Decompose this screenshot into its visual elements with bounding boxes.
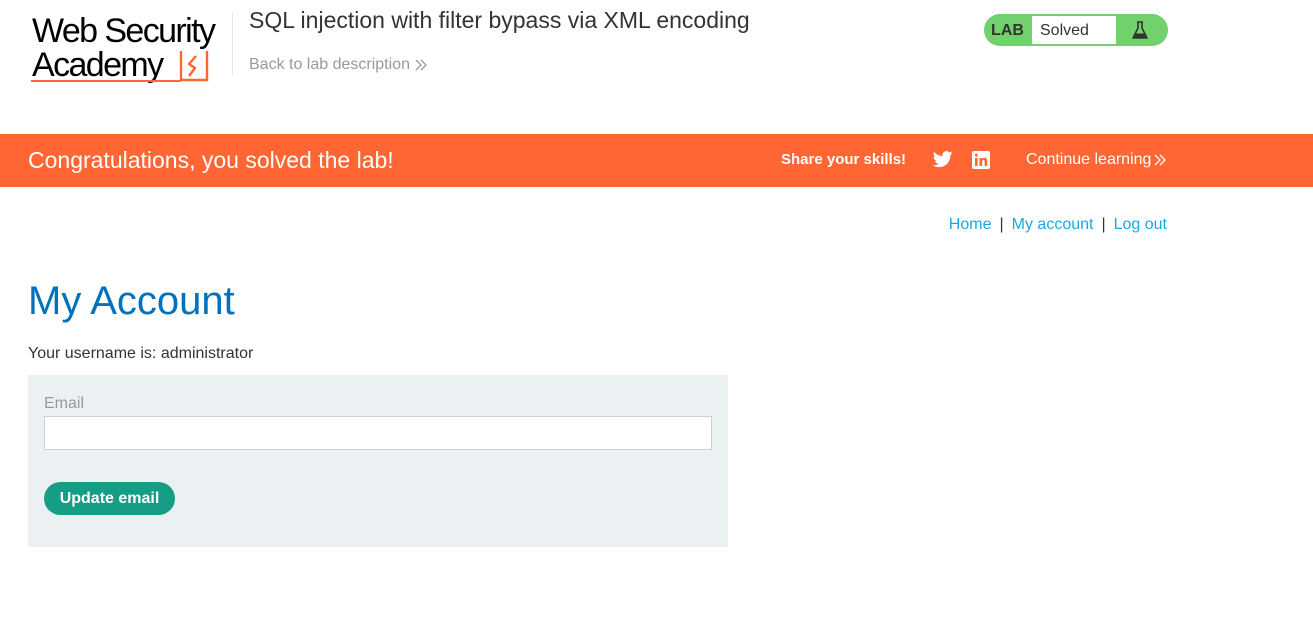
- double-chevron-right-icon: [1154, 154, 1167, 166]
- update-email-button[interactable]: Update email: [44, 482, 175, 515]
- nav-separator: |: [999, 216, 1004, 233]
- lab-title: SQL injection with filter bypass via XML…: [249, 7, 750, 33]
- header: Web Security Academy SQL injection with …: [0, 0, 1313, 134]
- lab-badge-label: LAB: [991, 22, 1024, 39]
- lab-badge-status: Solved: [1032, 16, 1116, 44]
- email-input[interactable]: [44, 416, 712, 450]
- logo-mark-icon: [179, 51, 209, 82]
- share-skills-label: Share your skills!: [781, 151, 907, 168]
- email-label: Email: [44, 395, 85, 412]
- update-email-form: Email Update email: [28, 375, 728, 547]
- web-security-academy-logo[interactable]: Web Security Academy: [31, 12, 231, 86]
- back-to-lab-description-link[interactable]: Back to lab description: [249, 56, 428, 74]
- logo-underline: [31, 80, 181, 82]
- lab-status-badge: LAB Solved: [984, 14, 1168, 46]
- linkedin-icon[interactable]: [972, 151, 990, 169]
- username-text: Your username is: administrator: [28, 345, 254, 362]
- double-chevron-right-icon: [415, 59, 427, 71]
- banner-message: Congratulations, you solved the lab!: [28, 147, 394, 173]
- nav-log-out-link[interactable]: Log out: [1114, 216, 1167, 233]
- nav-separator: |: [1101, 216, 1106, 233]
- top-nav: Home | My account | Log out: [949, 216, 1167, 234]
- page-title: My Account: [28, 279, 235, 323]
- header-divider: [232, 12, 233, 75]
- logo-text-line2: Academy: [32, 46, 164, 84]
- continue-learning-link[interactable]: Continue learning: [1026, 151, 1167, 169]
- congratulations-banner: Congratulations, you solved the lab! Sha…: [0, 134, 1313, 187]
- logo-text-line1: Web Security: [32, 12, 216, 50]
- twitter-icon[interactable]: [933, 150, 953, 169]
- nav-my-account-link[interactable]: My account: [1012, 216, 1094, 233]
- back-link-label: Back to lab description: [249, 56, 410, 73]
- flask-icon: [1132, 21, 1148, 39]
- continue-learning-label: Continue learning: [1026, 151, 1152, 168]
- nav-home-link[interactable]: Home: [949, 216, 992, 233]
